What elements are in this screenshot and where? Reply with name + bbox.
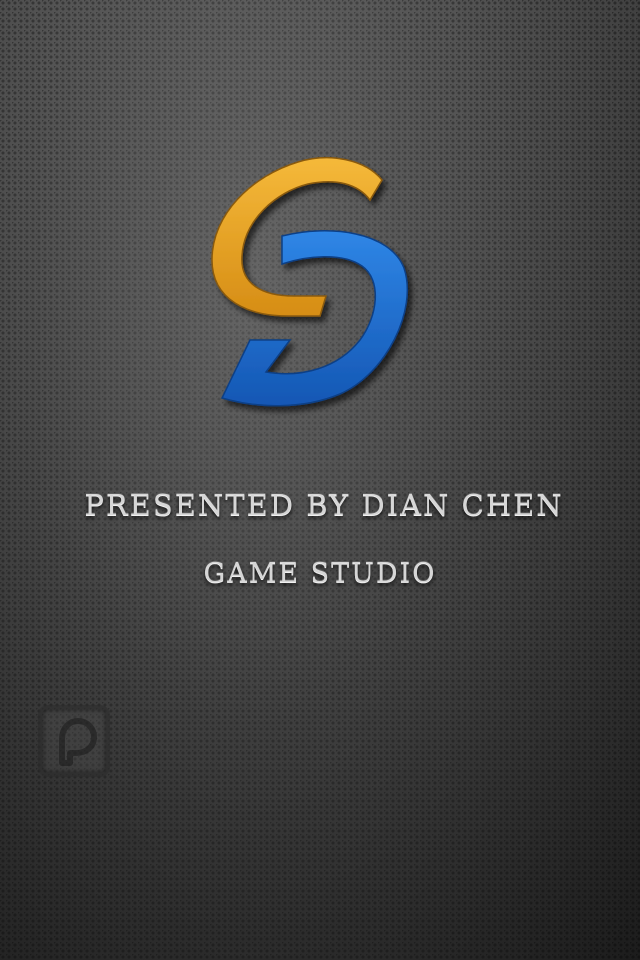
splash-screen[interactable]: Presented by Dian Chen Game Studio: [0, 0, 640, 960]
presenter-credit: Presented by Dian Chen: [84, 488, 564, 522]
logo-mark-icon: [211, 156, 409, 407]
tap-icon-glyph: [59, 718, 97, 766]
studio-logo: [190, 140, 430, 430]
studio-credit: Game Studio: [203, 558, 437, 589]
tap-icon[interactable]: [38, 705, 110, 777]
